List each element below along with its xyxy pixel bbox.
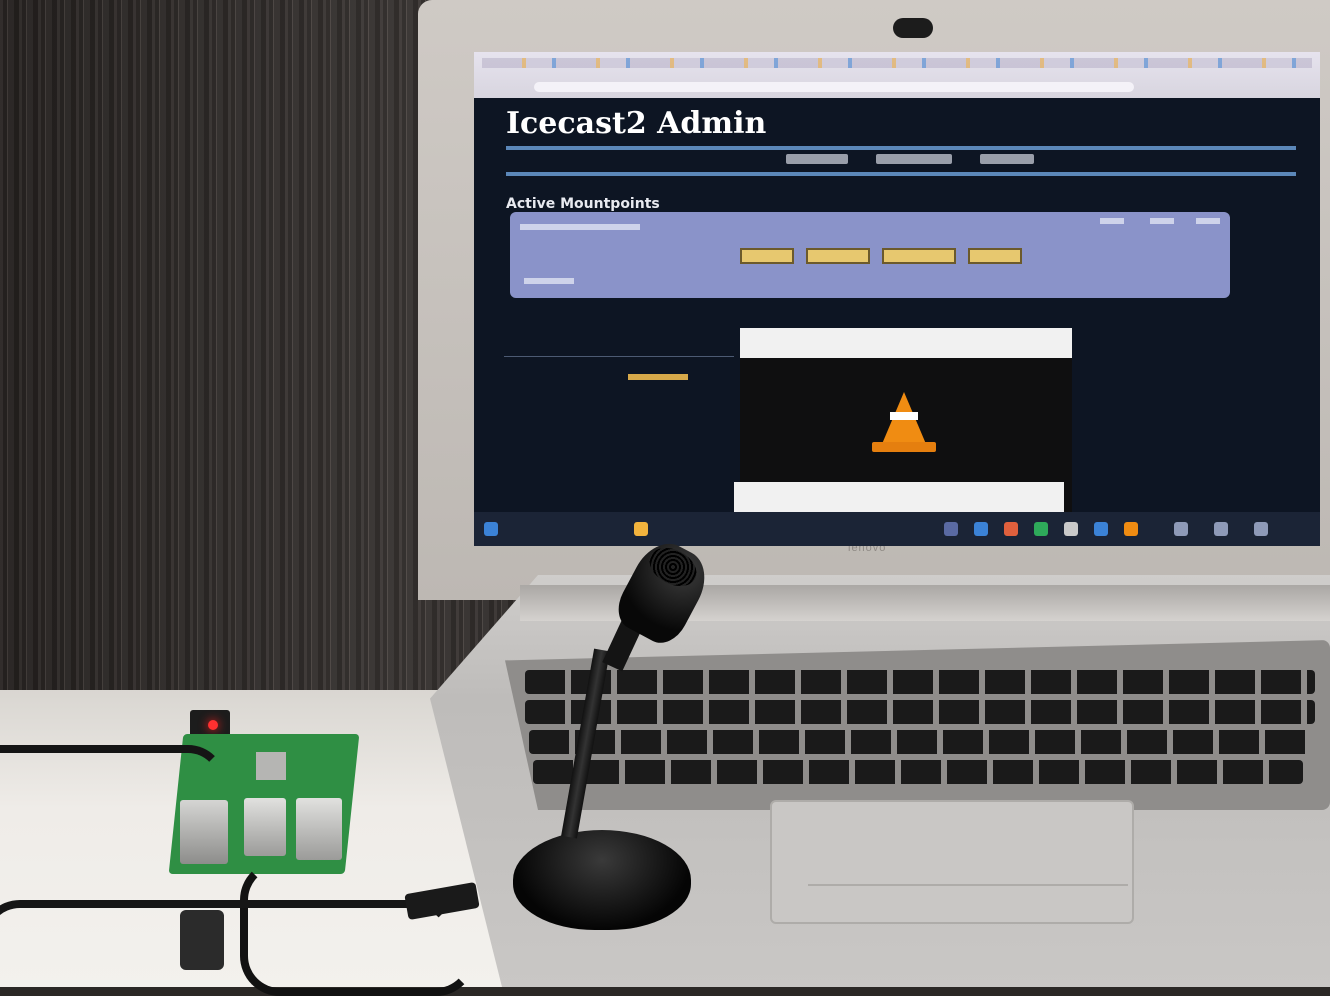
nav-link-mountpoint-list[interactable] [876, 154, 952, 164]
address-bar[interactable] [534, 82, 1134, 92]
move-listeners-button[interactable] [806, 248, 870, 264]
divider [504, 356, 734, 357]
microphone-base [513, 830, 691, 930]
pi-chip [256, 752, 286, 780]
app-icon[interactable] [1004, 522, 1018, 536]
vlc-player-window[interactable] [734, 328, 1072, 518]
icecast-admin-page: Icecast2 Admin Active Mountpoints [474, 98, 1320, 518]
mount-link-xspf[interactable] [1150, 218, 1174, 224]
mountpoint-label [520, 224, 640, 230]
folder-icon[interactable] [634, 522, 648, 536]
vlc-cone-stripe [890, 412, 918, 420]
pi-usb-port [244, 798, 286, 856]
footer-link[interactable] [628, 374, 688, 380]
app-icon[interactable] [944, 522, 958, 536]
vlc-controls-bar[interactable] [734, 482, 1064, 512]
touchpad-buttons [808, 884, 1128, 914]
app-icon[interactable] [974, 522, 988, 536]
browser-tab-strip[interactable] [482, 58, 1312, 68]
app-icon[interactable] [1094, 522, 1108, 536]
nav-link-admin-home[interactable] [786, 154, 848, 164]
mount-link-vclt[interactable] [1196, 218, 1220, 224]
section-heading: Active Mountpoints [506, 196, 660, 212]
keyboard-row [529, 730, 1309, 754]
listener-count [524, 278, 574, 284]
vlc-taskbar-icon[interactable] [1124, 522, 1138, 536]
pi-status-led [208, 720, 218, 730]
system-tray-icon[interactable] [1214, 522, 1228, 536]
keyboard-row [525, 700, 1315, 724]
system-tray-icon[interactable] [1254, 522, 1268, 536]
app-icon[interactable] [1064, 522, 1078, 536]
start-icon[interactable] [484, 522, 498, 536]
vlc-title-bar[interactable] [740, 328, 1072, 358]
admin-nav-bar [506, 146, 1296, 176]
vlc-cone-base [872, 442, 936, 452]
usb-cable [0, 900, 456, 996]
laptop-keyboard [505, 640, 1330, 810]
browser-toolbar [474, 52, 1320, 98]
keyboard-row [525, 670, 1315, 694]
nav-link-public-home[interactable] [980, 154, 1034, 164]
system-tray-icon[interactable] [1174, 522, 1188, 536]
pi-usb-port [296, 798, 342, 860]
cable-clip [180, 910, 224, 970]
keyboard-row [533, 760, 1303, 784]
power-cable [0, 745, 226, 821]
mountpoint-panel [510, 212, 1230, 298]
windows-taskbar [474, 512, 1320, 546]
app-icon[interactable] [1034, 522, 1048, 536]
mount-link-m3u[interactable] [1100, 218, 1124, 224]
list-clients-button[interactable] [740, 248, 794, 264]
kill-source-button[interactable] [968, 248, 1022, 264]
laptop-screen: Icecast2 Admin Active Mountpoints [474, 52, 1320, 546]
update-metadata-button[interactable] [882, 248, 956, 264]
webcam-icon [893, 18, 933, 38]
page-title: Icecast2 Admin [506, 106, 767, 141]
